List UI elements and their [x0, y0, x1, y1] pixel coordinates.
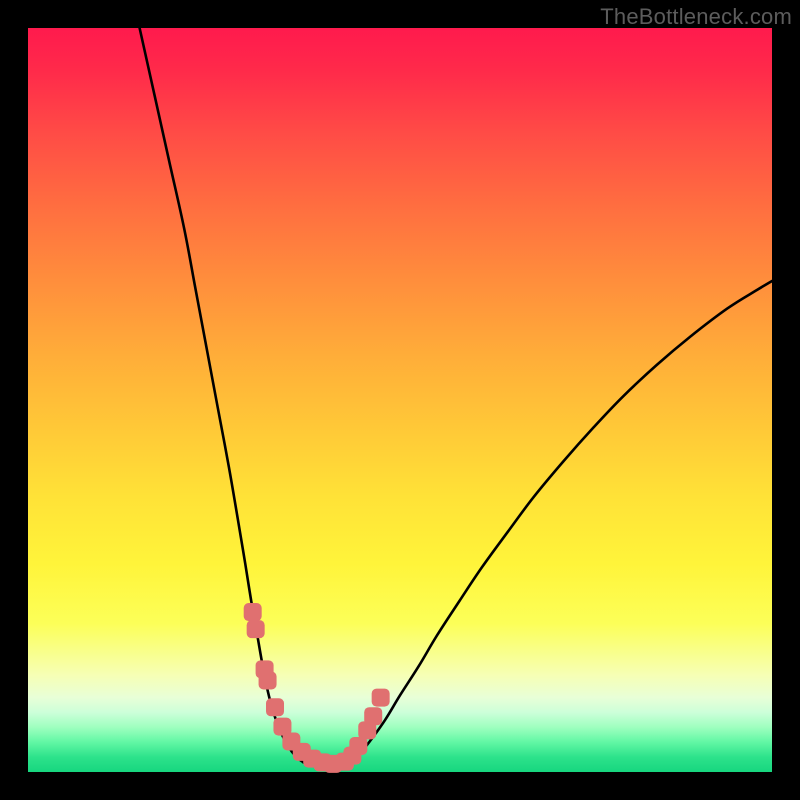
curve-left — [140, 28, 304, 762]
plot-area — [28, 28, 772, 772]
marker — [372, 689, 390, 707]
curve-right — [348, 281, 772, 762]
watermark-text: TheBottleneck.com — [600, 4, 792, 30]
pink-dots-right — [336, 689, 390, 771]
marker — [266, 698, 284, 716]
marker — [247, 620, 265, 638]
chart-svg — [28, 28, 772, 772]
chart-frame: TheBottleneck.com — [0, 0, 800, 800]
marker — [364, 707, 382, 725]
marker — [259, 671, 277, 689]
marker — [349, 737, 367, 755]
marker — [244, 603, 262, 621]
pink-dots-left — [244, 603, 342, 773]
